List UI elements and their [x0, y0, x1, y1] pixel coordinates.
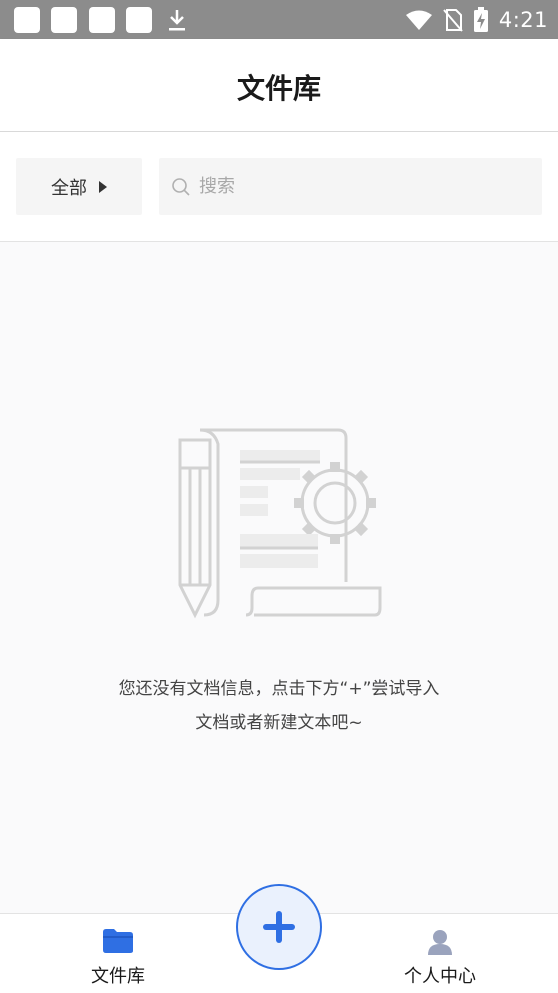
tab-file-library-label: 文件库	[91, 966, 145, 987]
status-bar: 4:21	[0, 0, 558, 39]
folder-icon	[103, 929, 133, 953]
app-header: 文件库	[0, 39, 558, 132]
search-icon	[172, 177, 190, 196]
tab-personal-center-label: 个人中心	[404, 966, 476, 987]
caret-right-icon	[99, 180, 107, 193]
search-input[interactable]	[199, 176, 499, 197]
plus-icon	[263, 911, 295, 943]
no-sim-icon	[443, 9, 463, 32]
notification-square-icon	[51, 7, 77, 33]
user-icon	[428, 930, 452, 955]
notification-square-icon	[14, 7, 40, 33]
add-document-button[interactable]	[236, 884, 322, 970]
page-title: 文件库	[236, 72, 321, 105]
category-filter-button[interactable]: 全部	[16, 158, 142, 215]
battery-charging-icon	[473, 7, 488, 32]
notification-square-icon	[126, 7, 152, 33]
empty-state-message: 您还没有文档信息，点击下方“+”尝试导入 文档或者新建文本吧~	[0, 672, 558, 740]
empty-state-line-1: 您还没有文档信息，点击下方“+”尝试导入	[118, 679, 440, 699]
wifi-icon	[405, 10, 432, 30]
filter-bar: 全部	[0, 132, 558, 242]
download-icon	[169, 10, 185, 31]
document-settings-illustration	[178, 428, 382, 619]
category-filter-label: 全部	[51, 177, 87, 199]
tab-personal-center[interactable]: 个人中心	[360, 914, 520, 993]
empty-state-line-2: 文档或者新建文本吧~	[195, 713, 363, 733]
clock: 4:21	[498, 8, 548, 32]
tab-file-library[interactable]: 文件库	[38, 914, 198, 993]
search-box[interactable]	[159, 158, 542, 215]
notification-square-icon	[89, 7, 115, 33]
